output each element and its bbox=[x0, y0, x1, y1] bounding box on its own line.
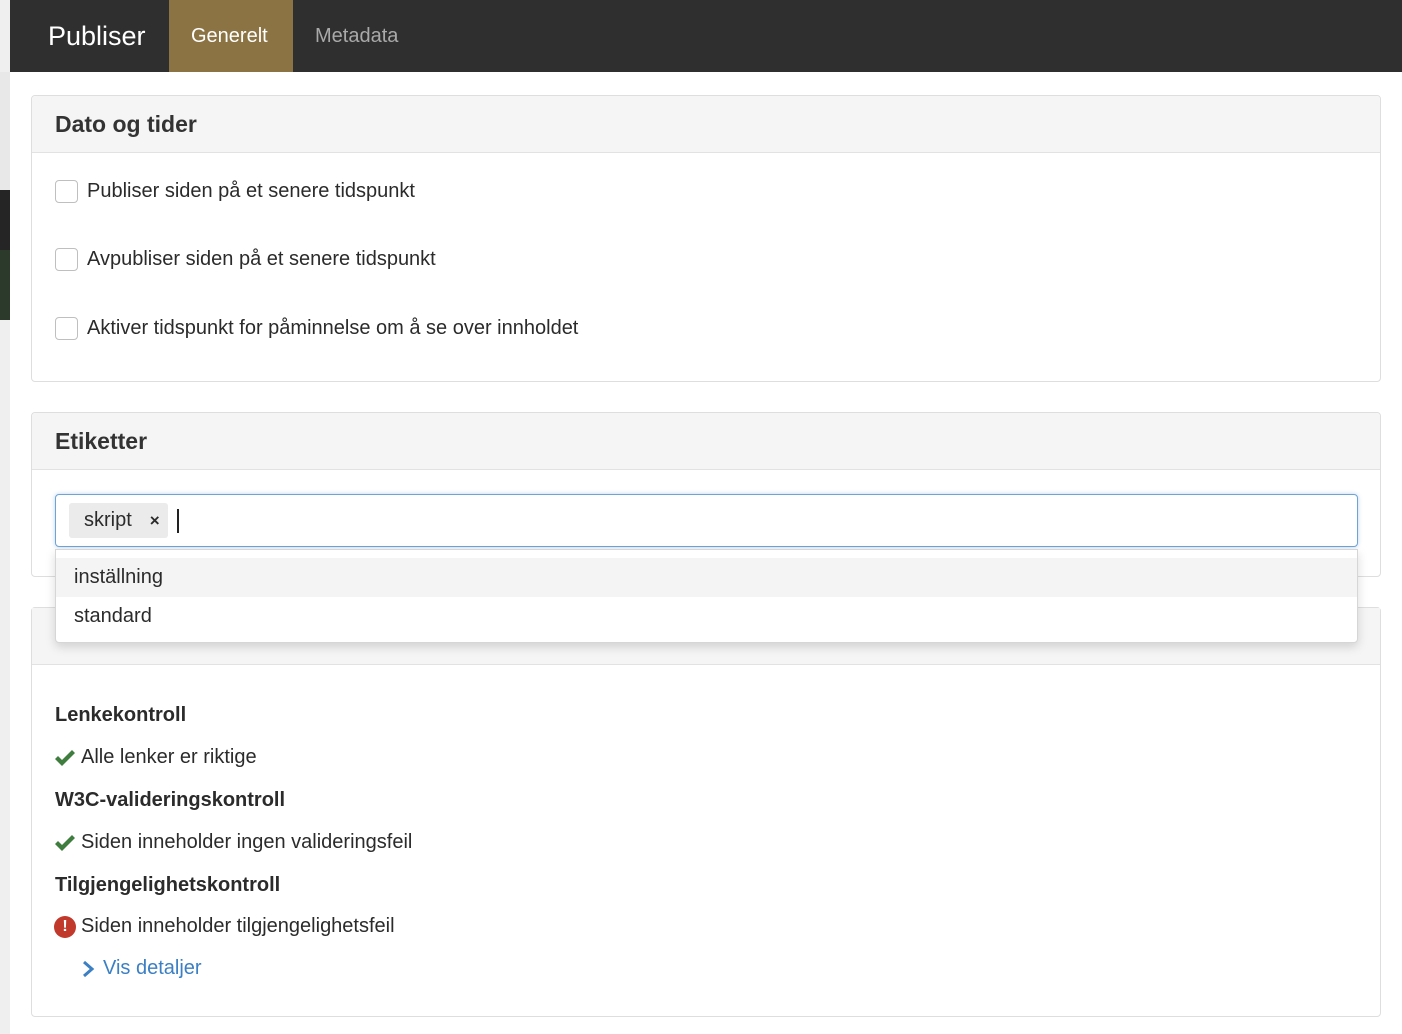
checkmark-icon bbox=[55, 749, 75, 766]
unpublish-later-checkbox[interactable] bbox=[55, 247, 78, 271]
accessibility-check-heading: Tilgjengelighetskontroll bbox=[55, 874, 281, 896]
review-reminder-checkbox[interactable] bbox=[55, 316, 78, 340]
link-check-message: Alle lenker er riktige bbox=[81, 746, 257, 768]
accessibility-check-message: Siden inneholder tilgjengelighetsfeil bbox=[81, 915, 395, 937]
tab-generelt[interactable]: Generelt bbox=[169, 0, 293, 72]
tags-panel-title: Etiketter bbox=[32, 413, 1380, 470]
unpublish-later-label: Avpubliser siden på et senere tidspunkt bbox=[87, 247, 436, 270]
unpublish-later-option[interactable]: Avpubliser siden på et senere tidspunkt bbox=[55, 246, 436, 272]
background-page bbox=[0, 0, 10, 1034]
review-reminder-option[interactable]: Aktiver tidspunkt for påminnelse om å se… bbox=[55, 315, 578, 341]
suggestion-item[interactable]: inställning bbox=[56, 558, 1357, 597]
publish-later-label: Publiser siden på et senere tidspunkt bbox=[87, 179, 415, 202]
tag-suggestions-dropdown: inställning standard bbox=[55, 549, 1358, 643]
text-caret bbox=[177, 509, 179, 533]
dialog-title: Publiser bbox=[48, 21, 146, 51]
dialog-header: Publiser Generelt Metadata bbox=[10, 0, 1402, 72]
dates-panel: Dato og tider Publiser siden på et sener… bbox=[31, 95, 1381, 382]
publish-later-checkbox[interactable] bbox=[55, 179, 78, 203]
publish-dialog: Publiser Generelt Metadata Dato og tider… bbox=[10, 0, 1402, 1034]
tab-metadata[interactable]: Metadata bbox=[293, 0, 420, 72]
w3c-check-heading: W3C-valideringskontroll bbox=[55, 789, 286, 811]
show-details-link[interactable]: Vis detaljer bbox=[81, 957, 202, 980]
w3c-check-message: Siden inneholder ingen valideringsfeil bbox=[81, 831, 413, 853]
checkmark-icon bbox=[55, 834, 75, 851]
chevron-right-icon bbox=[83, 960, 95, 977]
tags-input[interactable]: skript × bbox=[55, 494, 1358, 547]
review-reminder-label: Aktiver tidspunkt for påminnelse om å se… bbox=[87, 316, 579, 339]
tag-remove-icon[interactable]: × bbox=[150, 511, 160, 531]
publish-later-option[interactable]: Publiser siden på et senere tidspunkt bbox=[55, 178, 415, 204]
link-check-heading: Lenkekontroll bbox=[55, 704, 187, 726]
dates-panel-title: Dato og tider bbox=[32, 96, 1380, 153]
quality-panel: Lenkekontroll Alle lenker er riktige W3C… bbox=[31, 607, 1381, 1017]
show-details-label: Vis detaljer bbox=[103, 957, 202, 979]
tag-chip: skript × bbox=[69, 503, 168, 538]
tag-chip-label: skript bbox=[84, 509, 132, 531]
link-check-result: Alle lenker er riktige bbox=[54, 746, 257, 769]
w3c-check-result: Siden inneholder ingen valideringsfeil bbox=[54, 831, 412, 854]
exclamation-circle-icon: ! bbox=[54, 915, 76, 938]
accessibility-check-result: ! Siden inneholder tilgjengelighetsfeil bbox=[54, 915, 395, 938]
suggestion-item[interactable]: standard bbox=[56, 597, 1357, 636]
